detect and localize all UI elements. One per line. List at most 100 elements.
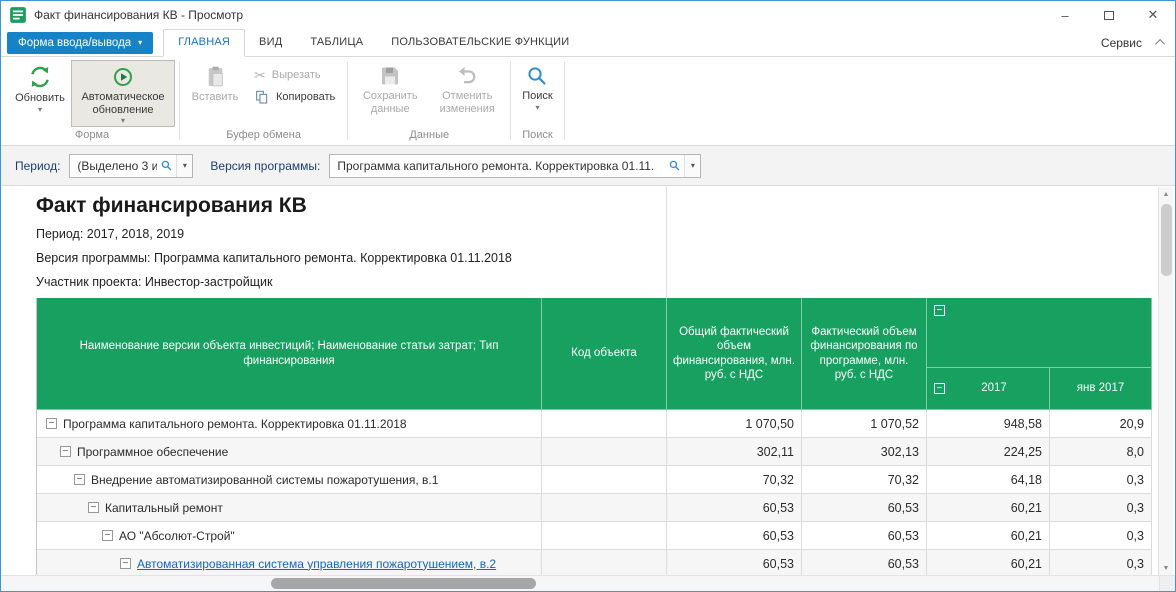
- collapse-ribbon-icon[interactable]: [1155, 39, 1165, 49]
- collapse-icon[interactable]: −: [46, 418, 57, 429]
- row-code-cell[interactable]: [542, 550, 667, 577]
- table-row[interactable]: − Программное обеспечение 302,11 302,13 …: [37, 438, 1152, 466]
- table-row[interactable]: − АО "Абсолют-Строй" 60,53 60,53 60,21 0…: [37, 522, 1152, 550]
- row-name-cell[interactable]: − Капитальный ремонт: [37, 494, 542, 521]
- vertical-scrollbar[interactable]: ▲ ▼: [1158, 187, 1173, 576]
- group-label-search: Поиск: [511, 128, 563, 145]
- dropdown-icon: ▾: [38, 107, 42, 113]
- scroll-up-icon[interactable]: ▲: [1159, 187, 1173, 202]
- row-2017-cell[interactable]: 60,21: [927, 522, 1050, 549]
- row-name-cell[interactable]: − Программное обеспечение: [37, 438, 542, 465]
- row-program-cell[interactable]: 60,53: [802, 494, 927, 521]
- horizontal-scrollbar[interactable]: [1, 575, 1175, 591]
- table-row[interactable]: − Капитальный ремонт 60,53 60,53 60,21 0…: [37, 494, 1152, 522]
- row-2017-cell[interactable]: 948,58: [927, 410, 1050, 437]
- row-total-cell[interactable]: 60,53: [667, 550, 802, 577]
- ribbon-group-data: Сохранить данные Отменить изменения Данн…: [348, 57, 510, 145]
- auto-refresh-button[interactable]: Автоматическое обновление ▾: [71, 60, 175, 127]
- row-program-cell[interactable]: 1 070,52: [802, 410, 927, 437]
- collapse-icon[interactable]: −: [120, 558, 131, 569]
- row-name: Внедрение автоматизированной системы пож…: [91, 473, 438, 487]
- version-combo[interactable]: Программа капитального ремонта. Корректи…: [329, 154, 701, 178]
- row-name-link[interactable]: Автоматизированная система управления по…: [137, 557, 496, 571]
- row-name-cell[interactable]: − Автоматизированная система управления …: [37, 550, 542, 577]
- table-header: Наименование версии объекта инвестиций; …: [37, 298, 1152, 410]
- cut-button[interactable]: ✂ Вырезать: [246, 67, 343, 83]
- search-icon: [525, 64, 549, 88]
- ribbon-tabs: ГЛАВНАЯ ВИД ТАБЛИЦА ПОЛЬЗОВАТЕЛЬСКИЕ ФУН…: [163, 29, 583, 56]
- collapse-icon[interactable]: −: [102, 530, 113, 541]
- report-participant-line: Участник проекта: Инвестор-застройщик: [36, 275, 1175, 290]
- refresh-icon: [27, 64, 53, 90]
- period-value: (Выделено 3 и: [70, 159, 157, 173]
- row-code-cell[interactable]: [542, 494, 667, 521]
- grid-guide-line: [666, 186, 667, 298]
- search-button[interactable]: Поиск ▾: [515, 60, 559, 113]
- table-row[interactable]: − Программа капитального ремонта. Коррек…: [37, 410, 1152, 438]
- save-data-button[interactable]: Сохранить данные: [352, 60, 428, 117]
- tab-vid[interactable]: ВИД: [245, 29, 296, 56]
- row-jan2017-cell[interactable]: 0,3: [1050, 550, 1152, 577]
- version-combo-dropdown[interactable]: ▾: [684, 155, 700, 177]
- tab-glavnaya[interactable]: ГЛАВНАЯ: [163, 29, 245, 57]
- dropdown-icon: ▾: [121, 118, 125, 124]
- row-jan2017-cell[interactable]: 0,3: [1050, 494, 1152, 521]
- row-jan2017-cell[interactable]: 8,0: [1050, 438, 1152, 465]
- ribbon-group-search: Поиск ▾ Поиск: [511, 57, 563, 145]
- row-total-cell[interactable]: 60,53: [667, 522, 802, 549]
- io-form-menu-button[interactable]: Форма ввода/вывода ▾: [7, 32, 153, 54]
- close-button[interactable]: ✕: [1131, 1, 1175, 29]
- row-code-cell[interactable]: [542, 466, 667, 493]
- row-name-cell[interactable]: − Внедрение автоматизированной системы п…: [37, 466, 542, 493]
- close-icon: ✕: [1148, 7, 1159, 23]
- row-total-cell[interactable]: 70,32: [667, 466, 802, 493]
- undo-icon: [455, 64, 479, 88]
- table-row[interactable]: − Автоматизированная система управления …: [37, 550, 1152, 577]
- row-code-cell[interactable]: [542, 438, 667, 465]
- row-code-cell[interactable]: [542, 522, 667, 549]
- minimize-button[interactable]: –: [1043, 1, 1087, 29]
- row-program-cell[interactable]: 302,13: [802, 438, 927, 465]
- row-code-cell[interactable]: [542, 410, 667, 437]
- vertical-scroll-thumb[interactable]: [1161, 204, 1172, 276]
- save-icon: [378, 64, 402, 88]
- maximize-button[interactable]: [1087, 1, 1131, 29]
- tab-tablitsa[interactable]: ТАБЛИЦА: [296, 29, 377, 56]
- ribbon: Обновить ▾ Автоматическое обновление ▾ Ф…: [1, 56, 1175, 146]
- period-combo[interactable]: (Выделено 3 и ▾: [69, 154, 193, 178]
- title-bar: Факт финансирования КВ - Просмотр – ✕: [1, 1, 1175, 29]
- collapse-icon[interactable]: −: [934, 383, 945, 394]
- row-jan2017-cell[interactable]: 0,3: [1050, 522, 1152, 549]
- row-jan2017-cell[interactable]: 20,9: [1050, 410, 1152, 437]
- scroll-down-icon[interactable]: ▼: [1159, 561, 1173, 576]
- row-2017-cell[interactable]: 60,21: [927, 494, 1050, 521]
- group-label-form: Форма: [5, 128, 179, 145]
- row-2017-cell[interactable]: 60,21: [927, 550, 1050, 577]
- report-title: Факт финансирования КВ: [36, 194, 1175, 218]
- row-total-cell[interactable]: 302,11: [667, 438, 802, 465]
- row-2017-cell[interactable]: 224,25: [927, 438, 1050, 465]
- table-row[interactable]: − Внедрение автоматизированной системы п…: [37, 466, 1152, 494]
- row-program-cell[interactable]: 70,32: [802, 466, 927, 493]
- row-program-cell[interactable]: 60,53: [802, 550, 927, 577]
- tab-row-right: Сервис: [1101, 29, 1165, 56]
- row-jan2017-cell[interactable]: 0,3: [1050, 466, 1152, 493]
- copy-button[interactable]: Копировать: [246, 88, 343, 106]
- row-program-cell[interactable]: 60,53: [802, 522, 927, 549]
- period-combo-dropdown[interactable]: ▾: [176, 155, 192, 177]
- collapse-icon[interactable]: −: [74, 474, 85, 485]
- row-total-cell[interactable]: 1 070,50: [667, 410, 802, 437]
- row-2017-cell[interactable]: 64,18: [927, 466, 1050, 493]
- service-menu[interactable]: Сервис: [1101, 36, 1142, 50]
- paste-button[interactable]: Вставить: [184, 60, 246, 106]
- horizontal-scroll-thumb[interactable]: [271, 578, 536, 589]
- collapse-icon[interactable]: −: [934, 305, 945, 316]
- row-name-cell[interactable]: − Программа капитального ремонта. Коррек…: [37, 410, 542, 437]
- collapse-icon[interactable]: −: [88, 502, 99, 513]
- tab-polzovatelskie-funktsii[interactable]: ПОЛЬЗОВАТЕЛЬСКИЕ ФУНКЦИИ: [377, 29, 583, 56]
- refresh-button[interactable]: Обновить ▾: [9, 60, 71, 115]
- row-total-cell[interactable]: 60,53: [667, 494, 802, 521]
- undo-changes-button[interactable]: Отменить изменения: [428, 60, 506, 117]
- row-name-cell[interactable]: − АО "Абсолют-Строй": [37, 522, 542, 549]
- collapse-icon[interactable]: −: [60, 446, 71, 457]
